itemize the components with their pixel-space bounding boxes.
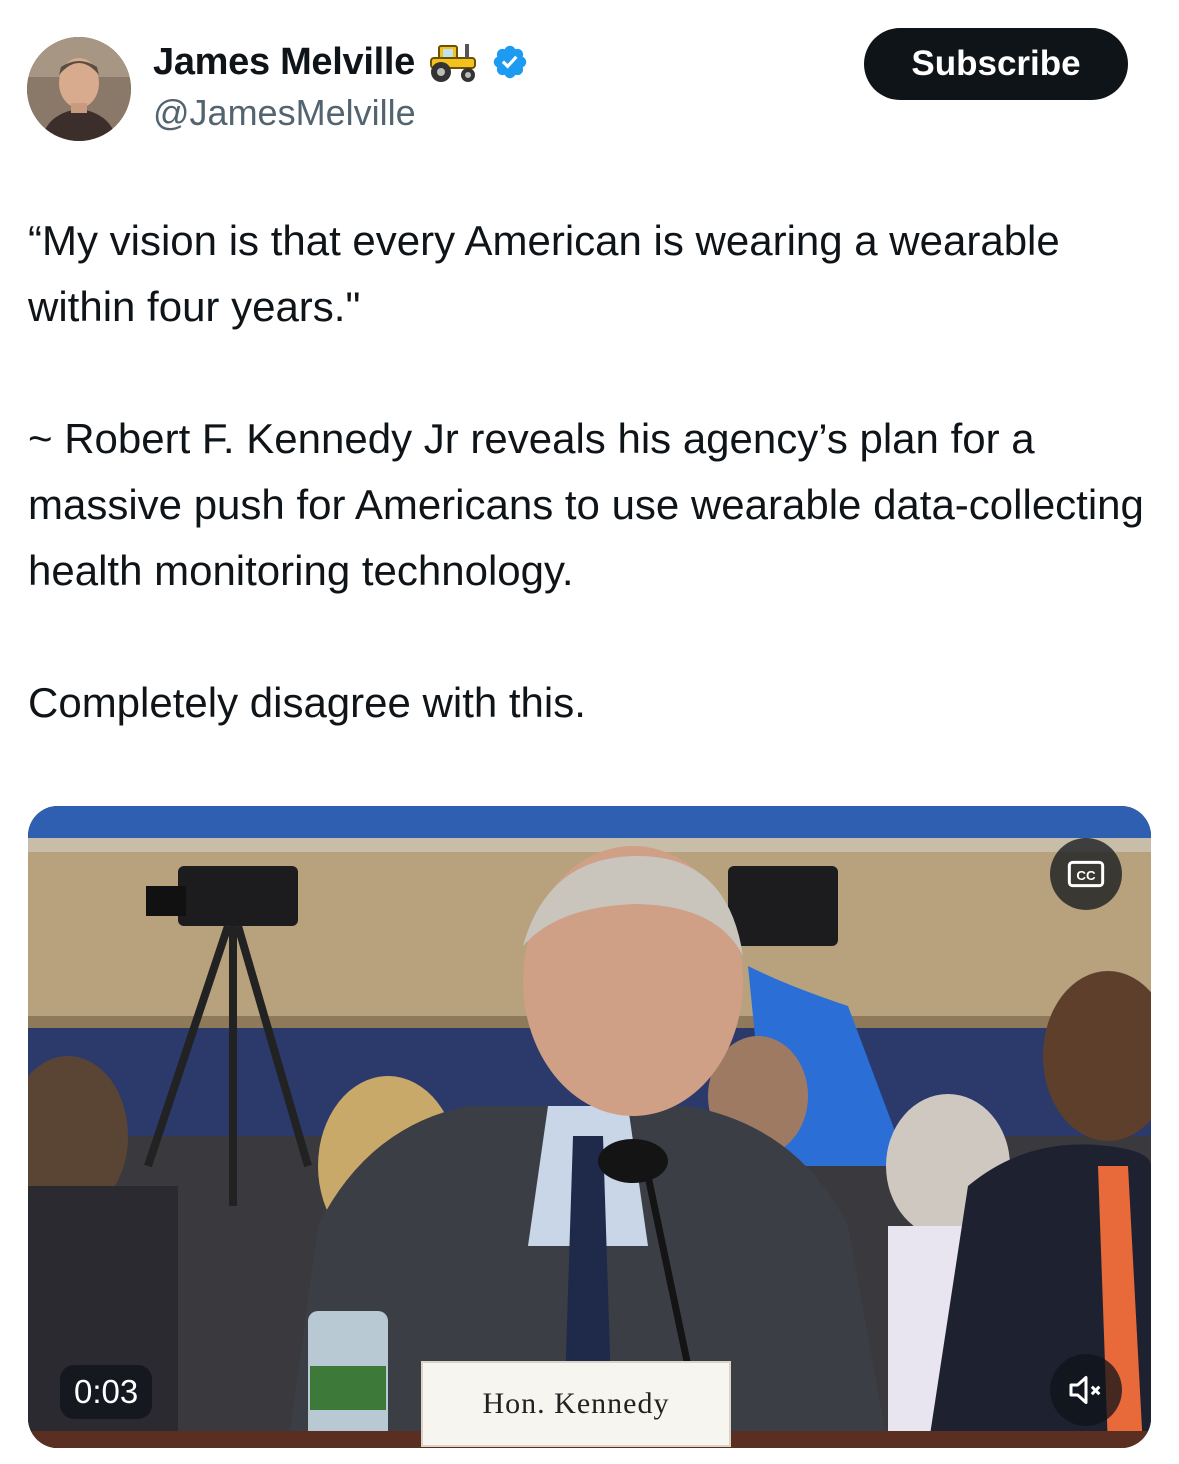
tractor-icon: [425, 40, 481, 84]
video-player[interactable]: Hon. Kennedy CC 0:03: [28, 806, 1151, 1448]
verified-badge-icon[interactable]: [491, 43, 529, 81]
tweet-header: James Melville @JamesMelville Subscribe: [0, 0, 1179, 150]
tweet-paragraph-quote: “My vision is that every American is wea…: [28, 217, 1060, 330]
captions-button[interactable]: CC: [1050, 838, 1122, 910]
avatar-photo: [27, 37, 131, 141]
display-name[interactable]: James Melville: [153, 41, 415, 84]
tweet-paragraph-opinion: Completely disagree with this.: [28, 679, 586, 726]
video-frame: [28, 806, 1151, 1448]
tweet-paragraph-context: ~ Robert F. Kennedy Jr reveals his agenc…: [28, 415, 1144, 594]
mute-button[interactable]: [1050, 1354, 1122, 1426]
name-row: James Melville: [153, 40, 529, 84]
subscribe-button[interactable]: Subscribe: [864, 28, 1128, 100]
author-handle[interactable]: @JamesMelville: [153, 92, 416, 134]
svg-text:CC: CC: [1076, 868, 1096, 883]
nameplate: Hon. Kennedy: [421, 1361, 731, 1447]
cc-icon: CC: [1067, 860, 1105, 888]
volume-muted-icon: [1069, 1376, 1101, 1404]
video-timestamp: 0:03: [60, 1365, 153, 1419]
avatar[interactable]: [27, 37, 131, 141]
tweet-text: “My vision is that every American is wea…: [28, 208, 1153, 736]
